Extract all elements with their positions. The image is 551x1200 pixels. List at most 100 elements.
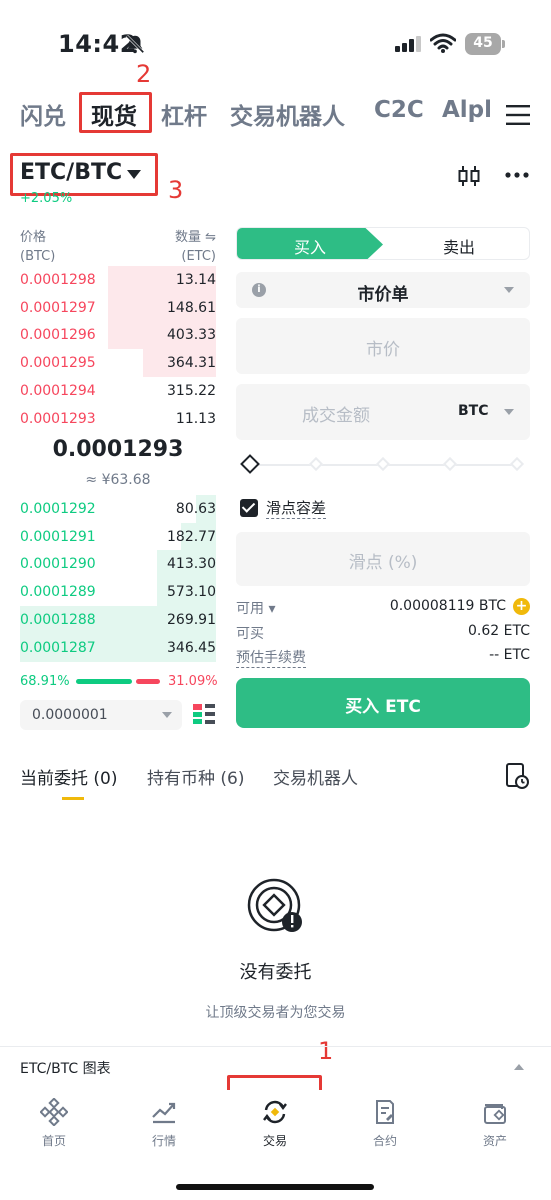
empty-state-subtitle[interactable]: 让顶级交易者为您交易 bbox=[0, 1002, 551, 1022]
fee-label[interactable]: 预估手续费 bbox=[236, 647, 306, 668]
buy-submit-button[interactable]: 买入 ETC bbox=[236, 678, 530, 728]
bid-row[interactable]: 0.0001292 80.63 bbox=[20, 495, 216, 523]
sell-ratio: 31.09% bbox=[168, 674, 218, 689]
ask-row[interactable]: 0.0001296 403.33 bbox=[20, 321, 216, 350]
slider-step-50[interactable] bbox=[375, 456, 391, 472]
nav-markets[interactable]: 行情 bbox=[124, 1098, 204, 1149]
tab-swap[interactable]: 闪兑 bbox=[20, 97, 66, 131]
amount-unit-select[interactable]: BTC bbox=[458, 403, 489, 419]
order-book-qty-header[interactable]: 数量 ⇋ (ETC) bbox=[120, 228, 216, 266]
ask-row[interactable]: 0.0001297 148.61 bbox=[20, 293, 216, 322]
tab-bots[interactable]: 交易机器人 bbox=[273, 764, 358, 789]
slippage-checkbox[interactable] bbox=[240, 499, 258, 517]
hamburger-menu-icon[interactable] bbox=[506, 104, 530, 126]
bid-row[interactable]: 0.0001291 182.77 bbox=[20, 522, 216, 551]
nav-futures[interactable]: 合约 bbox=[345, 1098, 425, 1149]
can-buy-row: 可买 0.62 ETC bbox=[236, 623, 530, 643]
bell-muted-icon bbox=[125, 34, 145, 54]
row-price: 0.0001298 bbox=[20, 272, 96, 288]
tab-margin[interactable]: 杠杆 bbox=[161, 97, 207, 131]
slider-step-100[interactable] bbox=[509, 456, 525, 472]
tab-trading-bots[interactable]: 交易机器人 bbox=[230, 97, 345, 131]
cellular-signal-icon bbox=[395, 36, 421, 52]
row-price: 0.0001290 bbox=[20, 556, 96, 573]
tab-open-orders[interactable]: 当前委托 (0) bbox=[20, 764, 117, 789]
battery-indicator: 45 bbox=[465, 33, 505, 55]
battery-level: 45 bbox=[473, 35, 493, 51]
can-buy-value: 0.62 ETC bbox=[468, 623, 530, 639]
row-price: 0.0001287 bbox=[20, 639, 96, 656]
annotation-box-spot bbox=[79, 92, 152, 133]
nav-assets[interactable]: 资产 bbox=[455, 1098, 535, 1149]
bid-row[interactable]: 0.0001290 413.30 bbox=[20, 550, 216, 579]
tab-alpha[interactable]: Alph bbox=[442, 97, 490, 123]
row-qty: 346.45 bbox=[167, 639, 216, 656]
caret-down-icon[interactable] bbox=[162, 712, 172, 718]
tab-holdings[interactable]: 持有币种 (6) bbox=[147, 764, 244, 789]
order-type-select[interactable]: i 市价单 bbox=[236, 272, 530, 308]
last-price-cny: ≈ ¥63.68 bbox=[85, 472, 151, 488]
trend-chart-icon bbox=[152, 1102, 176, 1124]
nav-markets-label: 行情 bbox=[151, 1134, 176, 1148]
slider-step-25[interactable] bbox=[308, 456, 324, 472]
tab-c2c[interactable]: C2C bbox=[374, 97, 424, 123]
contract-document-icon bbox=[376, 1100, 394, 1124]
row-qty: 269.91 bbox=[167, 611, 216, 628]
slippage-label[interactable]: 滑点容差 bbox=[266, 497, 327, 519]
slippage-input[interactable]: 滑点 (%) bbox=[236, 532, 530, 586]
slippage-placeholder: 滑点 (%) bbox=[348, 553, 418, 573]
bid-row[interactable]: 0.0001288 269.91 bbox=[20, 605, 216, 634]
nav-home[interactable]: 首页 bbox=[14, 1098, 94, 1149]
row-price: 0.0001292 bbox=[20, 501, 96, 517]
ask-row[interactable]: 0.0001294 315.22 bbox=[20, 377, 216, 405]
ask-row[interactable]: 0.0001298 13.14 bbox=[20, 266, 216, 294]
last-price: 0.0001293 bbox=[52, 437, 184, 462]
row-price: 0.0001296 bbox=[20, 327, 96, 344]
bid-row[interactable]: 0.0001287 346.45 bbox=[20, 633, 216, 662]
chart-bar-label[interactable]: ETC/BTC 图表 bbox=[20, 1058, 111, 1078]
candlestick-chart-icon[interactable] bbox=[457, 164, 481, 188]
ask-row[interactable]: 0.0001293 11.13 bbox=[20, 405, 216, 433]
more-options-icon[interactable] bbox=[504, 170, 530, 180]
nav-futures-label: 合约 bbox=[372, 1134, 397, 1148]
caret-down-icon bbox=[504, 287, 514, 293]
row-price: 0.0001291 bbox=[20, 528, 96, 545]
home-indicator bbox=[176, 1184, 374, 1190]
caret-up-icon[interactable] bbox=[514, 1064, 524, 1070]
row-price: 0.0001294 bbox=[20, 382, 96, 399]
available-label[interactable]: 可用 ▾ bbox=[236, 598, 275, 618]
no-orders-icon bbox=[247, 878, 302, 932]
fee-value: -- ETC bbox=[489, 647, 530, 663]
slider-step-75[interactable] bbox=[442, 456, 458, 472]
row-qty: 148.61 bbox=[167, 299, 216, 316]
market-price-field: 市价 bbox=[236, 318, 530, 374]
caret-down-icon[interactable] bbox=[127, 170, 141, 179]
buy-tab[interactable]: 买入 bbox=[237, 228, 383, 259]
order-history-icon[interactable] bbox=[505, 763, 529, 789]
row-qty: 573.10 bbox=[167, 584, 216, 601]
bid-row[interactable]: 0.0001289 573.10 bbox=[20, 578, 216, 607]
row-price: 0.0001297 bbox=[20, 299, 96, 316]
empty-state-title: 没有委托 bbox=[239, 962, 312, 983]
amount-slider-knob[interactable] bbox=[240, 454, 260, 474]
transfer-plus-icon[interactable]: + bbox=[513, 598, 530, 615]
ask-row[interactable]: 0.0001295 364.31 bbox=[20, 349, 216, 378]
caret-down-icon[interactable] bbox=[504, 409, 514, 415]
row-qty: 13.14 bbox=[175, 272, 216, 288]
sell-tab[interactable]: 卖出 bbox=[387, 228, 529, 259]
order-book-layout-icon[interactable] bbox=[192, 702, 216, 726]
nav-trade[interactable]: 交易 bbox=[235, 1098, 315, 1149]
row-qty: 182.77 bbox=[167, 528, 216, 545]
row-qty: 11.13 bbox=[175, 410, 216, 427]
amount-input[interactable]: 成交金额 BTC bbox=[236, 384, 530, 440]
available-value: 0.00008119 BTC bbox=[389, 598, 506, 614]
available-row: 可用 ▾ 0.00008119 BTC + bbox=[236, 598, 530, 618]
wifi-icon bbox=[430, 33, 456, 53]
row-price: 0.0001295 bbox=[20, 355, 96, 372]
row-price: 0.0001288 bbox=[20, 611, 96, 628]
annotation-label-3: 3 bbox=[168, 176, 184, 204]
row-qty: 413.30 bbox=[167, 556, 216, 573]
pair-selector[interactable]: ETC/BTC bbox=[20, 160, 122, 185]
precision-select[interactable]: 0.0000001 bbox=[20, 700, 182, 730]
order-book-price-header: 价格 (BTC) bbox=[20, 230, 56, 264]
